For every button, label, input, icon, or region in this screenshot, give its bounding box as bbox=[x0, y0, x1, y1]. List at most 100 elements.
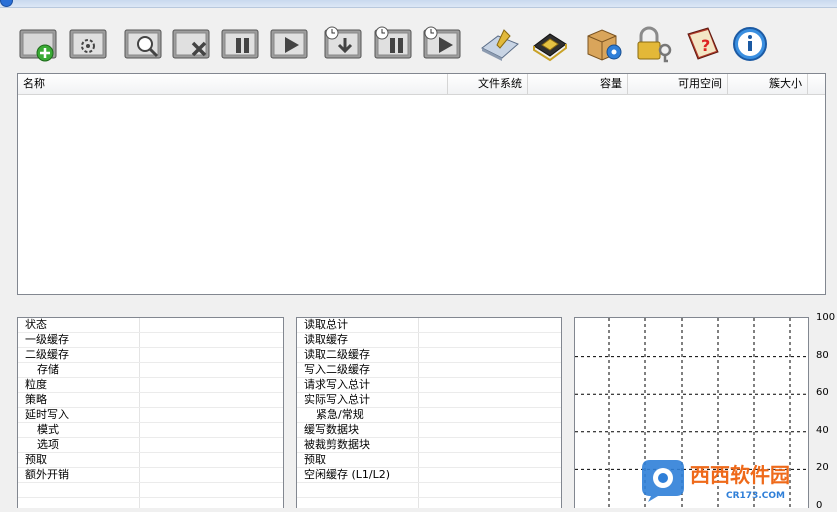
timed-write-button[interactable] bbox=[323, 24, 367, 64]
watermark-site: CR173.COM bbox=[726, 491, 785, 501]
cache-property-row[interactable]: 状态 bbox=[18, 318, 283, 333]
clock-pause-icon bbox=[374, 26, 412, 59]
cache-property-row[interactable]: 模式 bbox=[18, 423, 283, 438]
column-separator bbox=[418, 468, 419, 482]
chip-icon bbox=[533, 33, 567, 62]
statistics-row[interactable]: 请求写入总计 bbox=[297, 378, 561, 393]
cache-property-row[interactable]: 策略 bbox=[18, 393, 283, 408]
add-volume-button[interactable] bbox=[18, 24, 62, 64]
property-label: 被裁剪数据块 bbox=[304, 438, 370, 451]
column-header-name[interactable]: 名称 bbox=[18, 74, 448, 94]
property-label: 粒度 bbox=[25, 378, 47, 391]
column-separator bbox=[139, 423, 140, 437]
column-separator bbox=[418, 348, 419, 362]
property-label: 读取缓存 bbox=[304, 333, 348, 346]
column-separator bbox=[139, 318, 140, 332]
svg-text:?: ? bbox=[701, 36, 710, 55]
y-axis-tick-label: 40 bbox=[816, 424, 829, 436]
column-separator bbox=[139, 363, 140, 377]
column-separator bbox=[418, 438, 419, 452]
cache-property-row[interactable]: 一级缓存 bbox=[18, 333, 283, 348]
statistics-row[interactable]: 写入二级缓存 bbox=[297, 363, 561, 378]
cache-property-row[interactable] bbox=[18, 498, 283, 508]
timed-resume-button[interactable] bbox=[422, 24, 466, 64]
statistics-row[interactable]: 读取总计 bbox=[297, 318, 561, 333]
volume-list[interactable]: 名称 文件系统 容量 可用空间 簇大小 bbox=[17, 73, 826, 295]
column-header-capacity[interactable]: 容量 bbox=[528, 74, 628, 94]
book-question-icon: ? bbox=[687, 27, 719, 60]
volume-settings-button[interactable] bbox=[68, 24, 112, 64]
statistics-row[interactable]: 缓写数据块 bbox=[297, 423, 561, 438]
disk-tools-button[interactable] bbox=[478, 24, 522, 64]
property-label: 延时写入 bbox=[25, 408, 69, 421]
column-separator bbox=[418, 378, 419, 392]
column-separator bbox=[418, 423, 419, 437]
column-separator bbox=[418, 483, 419, 497]
property-label: 存储 bbox=[37, 363, 59, 376]
x-mark-icon bbox=[172, 29, 210, 59]
disk-wrench-icon bbox=[481, 29, 519, 61]
column-separator bbox=[139, 483, 140, 497]
property-label: 写入二级缓存 bbox=[304, 363, 370, 376]
column-separator bbox=[418, 318, 419, 332]
watermark-brand: 西西软件园 bbox=[690, 463, 790, 487]
statistics-list[interactable]: 读取总计 读取缓存读取二级缓存 写入二级缓存 请求写入总计实际写入总计 紧急/常规缓写数… bbox=[296, 317, 562, 508]
column-separator bbox=[139, 468, 140, 482]
property-label: 读取二级缓存 bbox=[304, 348, 370, 361]
column-separator bbox=[418, 498, 419, 508]
cache-property-row[interactable]: 粒度 bbox=[18, 378, 283, 393]
property-label: 一级缓存 bbox=[25, 333, 69, 346]
watermark-logo: 西西软件园 CR173.COM bbox=[642, 460, 790, 502]
cache-property-row[interactable]: 二级缓存 bbox=[18, 348, 283, 363]
column-separator bbox=[139, 408, 140, 422]
license-lock-button[interactable] bbox=[633, 24, 677, 64]
cache-property-row[interactable]: 预取 bbox=[18, 453, 283, 468]
cache-property-row[interactable]: 选项 bbox=[18, 438, 283, 453]
folder-add-icon bbox=[19, 29, 57, 62]
column-header-free-space[interactable]: 可用空间 bbox=[628, 74, 728, 94]
about-info-button[interactable] bbox=[730, 24, 774, 64]
property-label: 预取 bbox=[25, 453, 47, 466]
column-header-cluster-size[interactable]: 簇大小 bbox=[728, 74, 808, 94]
remove-volume-button[interactable] bbox=[171, 24, 215, 64]
resume-volume-button[interactable] bbox=[269, 24, 313, 64]
statistics-row[interactable]: 空闲缓存 (L1/L2) bbox=[297, 468, 561, 483]
column-header-filesystem[interactable]: 文件系统 bbox=[448, 74, 528, 94]
property-label: 缓写数据块 bbox=[304, 423, 359, 436]
statistics-row[interactable]: 紧急/常规 bbox=[297, 408, 561, 423]
play-icon bbox=[270, 29, 308, 59]
timed-pause-button[interactable] bbox=[373, 24, 417, 64]
cache-properties-list[interactable]: 状态 一级缓存二级缓存存储粒度策略延时写入模式 选项 预取额外开销 bbox=[17, 317, 284, 508]
property-label: 紧急/常规 bbox=[316, 408, 364, 421]
cache-property-row[interactable]: 延时写入 bbox=[18, 408, 283, 423]
statistics-row[interactable]: 预取 bbox=[297, 453, 561, 468]
statistics-row[interactable]: 被裁剪数据块 bbox=[297, 438, 561, 453]
gear-sheet-icon bbox=[69, 29, 107, 59]
cache-property-row[interactable] bbox=[18, 483, 283, 498]
column-separator bbox=[139, 393, 140, 407]
statistics-row[interactable]: 实际写入总计 bbox=[297, 393, 561, 408]
statistics-row[interactable] bbox=[297, 483, 561, 498]
column-separator bbox=[418, 393, 419, 407]
property-label: 请求写入总计 bbox=[304, 378, 370, 391]
column-separator bbox=[418, 453, 419, 467]
help-book-button[interactable]: ? bbox=[682, 24, 726, 64]
search-volume-button[interactable] bbox=[123, 24, 167, 64]
property-label: 策略 bbox=[25, 393, 47, 406]
statistics-row[interactable] bbox=[297, 498, 561, 508]
memory-chip-button[interactable] bbox=[528, 24, 572, 64]
property-label: 预取 bbox=[304, 453, 326, 466]
pause-volume-button[interactable] bbox=[220, 24, 264, 64]
app-icon bbox=[0, 0, 13, 7]
column-separator bbox=[139, 333, 140, 347]
statistics-row[interactable]: 读取缓存 bbox=[297, 333, 561, 348]
property-label: 二级缓存 bbox=[25, 348, 69, 361]
package-settings-button[interactable] bbox=[582, 24, 626, 64]
cache-property-row[interactable]: 额外开销 bbox=[18, 468, 283, 483]
y-axis-tick-label: 80 bbox=[816, 349, 829, 361]
column-separator bbox=[139, 453, 140, 467]
y-axis-tick-label: 60 bbox=[816, 387, 829, 399]
lock-key-icon bbox=[637, 26, 672, 63]
cache-property-row[interactable]: 存储 bbox=[18, 363, 283, 378]
statistics-row[interactable]: 读取二级缓存 bbox=[297, 348, 561, 363]
